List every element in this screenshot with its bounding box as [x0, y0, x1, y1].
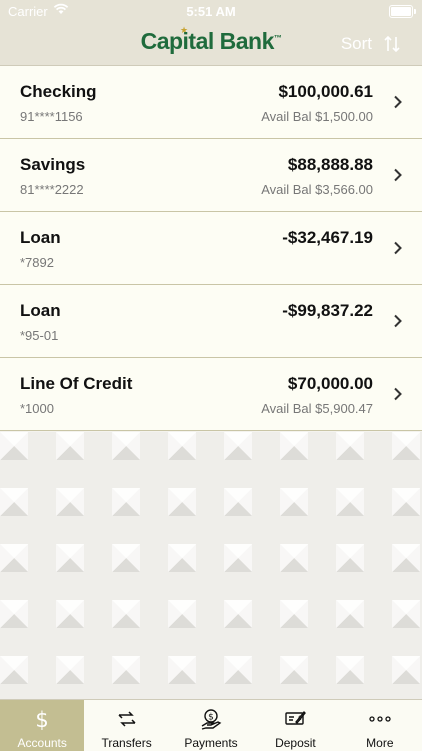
svg-text:$: $ [208, 713, 214, 723]
account-row-loan-2[interactable]: Loan *95-01 -$99,837.22 [0, 285, 422, 358]
payment-icon: $ [169, 708, 253, 730]
tab-transfers[interactable]: Transfers [84, 700, 168, 751]
account-balance: $100,000.61 [278, 82, 373, 101]
sort-label: Sort [340, 34, 372, 53]
account-balance: $70,000.00 [287, 374, 373, 393]
transfer-icon [84, 708, 168, 730]
available-balance: Avail Bal $3,566.00 [261, 182, 373, 197]
chevron-right-icon [394, 168, 402, 182]
tab-label: Transfers [101, 736, 152, 750]
account-balance: -$32,467.19 [282, 228, 373, 247]
account-number: *95-01 [20, 328, 59, 343]
tab-label: More [366, 736, 394, 750]
available-balance: Avail Bal $5,900.47 [261, 401, 373, 416]
account-name: Loan [20, 228, 61, 247]
tab-accounts[interactable]: $ Accounts [0, 700, 85, 751]
tab-more[interactable]: More [338, 700, 422, 751]
nav-bar: ★ Capital Bank™ Sort [0, 22, 422, 66]
account-name: Savings [20, 155, 86, 174]
account-row-checking[interactable]: Checking 91****1156 $100,000.61 Avail Ba… [0, 66, 422, 139]
account-balance: -$99,837.22 [282, 301, 373, 320]
chevron-right-icon [394, 95, 402, 109]
account-list: Checking 91****1156 $100,000.61 Avail Ba… [0, 66, 422, 431]
svg-text:$: $ [36, 708, 49, 730]
account-name: Checking [20, 82, 97, 101]
sort-button[interactable]: Sort [341, 34, 400, 54]
tab-label: Deposit [275, 736, 316, 750]
account-row-line-of-credit[interactable]: Line Of Credit *1000 $70,000.00 Avail Ba… [0, 358, 422, 431]
chevron-right-icon [394, 314, 402, 328]
background-pattern [0, 432, 422, 700]
tab-bar: $ Accounts Transfers $ Payments $ Deposi… [0, 699, 422, 751]
account-name: Loan [20, 301, 61, 320]
check-deposit-icon: $ [253, 708, 337, 730]
logo-trademark: ™ [273, 33, 282, 43]
account-number: 91****1156 [20, 109, 83, 124]
status-bar: Carrier 5:51 AM [0, 0, 422, 22]
chevron-right-icon [394, 387, 402, 401]
account-number: 81****2222 [20, 182, 84, 197]
dollar-icon: $ [0, 708, 84, 730]
svg-text:$: $ [298, 715, 302, 722]
tab-label: Payments [184, 736, 238, 750]
account-balance: $88,888.88 [287, 155, 373, 174]
account-row-loan[interactable]: Loan *7892 -$32,467.19 [0, 212, 422, 285]
account-number: *7892 [20, 255, 54, 270]
logo-text: Capital Bank [140, 28, 275, 54]
available-balance: Avail Bal $1,500.00 [261, 109, 373, 124]
sort-arrows-icon [384, 35, 400, 53]
account-name: Line Of Credit [20, 374, 133, 393]
status-time: 5:51 AM [186, 4, 236, 19]
tab-label: Accounts [17, 736, 67, 750]
battery-icon [389, 5, 416, 18]
chevron-right-icon [394, 241, 402, 255]
tab-deposit[interactable]: $ Deposit [253, 700, 337, 751]
more-icon [338, 708, 422, 730]
tab-payments[interactable]: $ Payments [169, 700, 253, 751]
account-number: *1000 [20, 401, 54, 416]
account-row-savings[interactable]: Savings 81****2222 $88,888.88 Avail Bal … [0, 139, 422, 212]
